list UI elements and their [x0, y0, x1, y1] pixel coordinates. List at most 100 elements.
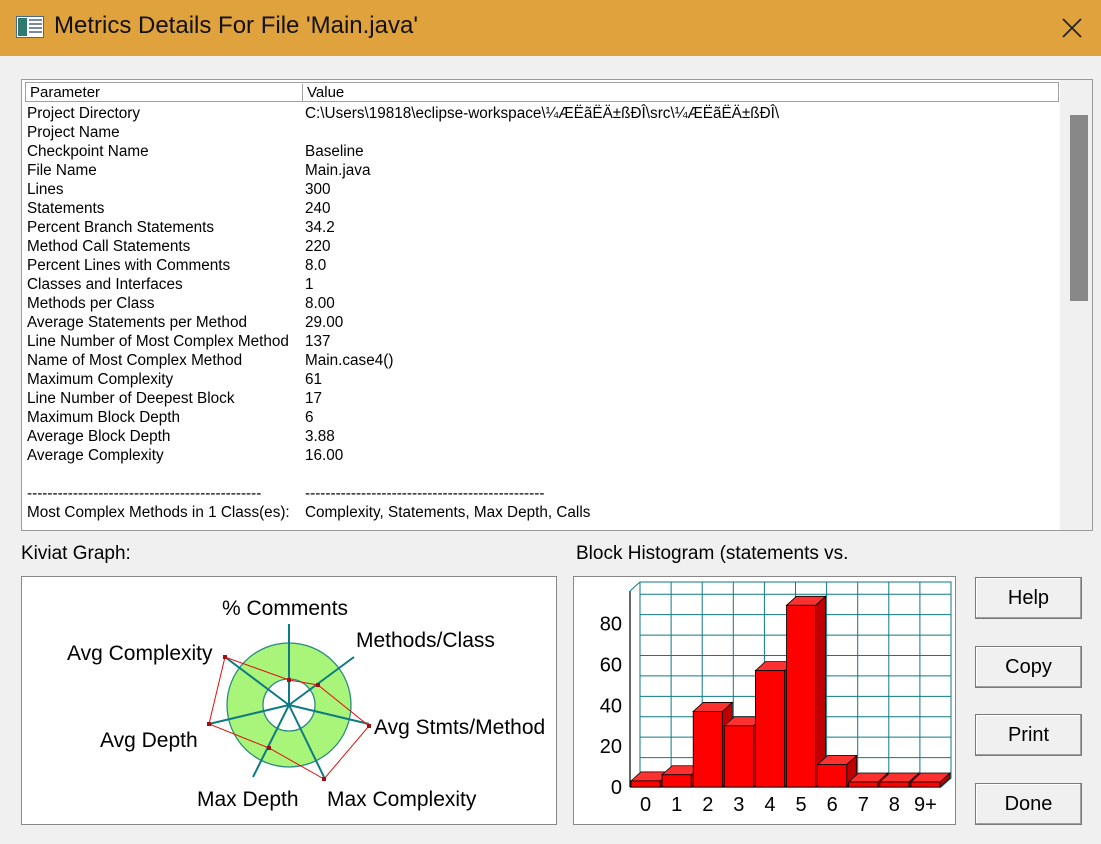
scrollbar-thumb[interactable] [1070, 115, 1088, 301]
value-cell: C:\Users\19818\eclipse-workspace\¼ÆËãËÄ±… [305, 105, 780, 122]
y-tick-label: 60 [600, 655, 622, 677]
parameter-cell: Classes and Interfaces [27, 276, 183, 293]
table-row[interactable] [27, 465, 1057, 484]
x-tick-label: 9+ [914, 794, 937, 816]
table-row[interactable]: Average Block Depth 3.88 [27, 427, 1057, 446]
value-cell: 240 [305, 200, 331, 217]
x-tick-label: 5 [795, 794, 806, 816]
x-tick-label: 2 [702, 794, 713, 816]
value-cell: 16.00 [305, 447, 344, 464]
table-row[interactable]: Project Directory C:\Users\19818\eclipse-… [27, 104, 1057, 123]
table-row[interactable]: Method Call Statements 220 [27, 237, 1057, 256]
x-tick-label: 4 [764, 794, 775, 816]
axis-edge [629, 581, 641, 592]
kiviat-axis-label: Avg Stmts/Method [374, 716, 545, 739]
parameter-cell: Checkpoint Name [27, 143, 149, 160]
table-row[interactable]: Maximum Complexity 61 [27, 370, 1057, 389]
parameter-cell: Statements [27, 200, 105, 217]
value-cell: Baseline [305, 143, 364, 160]
table-row[interactable]: Percent Lines with Comments 8.0 [27, 256, 1057, 275]
value-cell: 8.0 [305, 257, 327, 274]
close-icon[interactable] [1061, 17, 1083, 39]
parameter-cell: Project Name [27, 124, 120, 141]
block-histogram: 0204060800 1 2 3 4 5 6 7 8 9+ [600, 581, 952, 816]
x-tick-label: 6 [827, 794, 838, 816]
value-cell: Main.java [305, 162, 371, 179]
histogram-bar [785, 595, 827, 788]
kiviat-label: Kiviat Graph: [21, 543, 131, 564]
parameter-cell: Line Number of Deepest Block [27, 390, 235, 407]
histogram-panel: 0 20 40 60 80 0 1 2 3 4 5 6 7 8 9+ [573, 576, 956, 825]
table-row[interactable]: ----------------------------------------… [27, 484, 1057, 503]
parameter-cell: Project Directory [27, 105, 141, 122]
parameter-cell: Name of Most Complex Method [27, 352, 243, 369]
help-button[interactable]: Help [975, 577, 1082, 619]
parameter-cell: Percent Branch Statements [27, 219, 215, 236]
y-tick-label: 40 [600, 695, 622, 717]
table-row[interactable]: Methods per Class 8.00 [27, 294, 1057, 313]
print-button[interactable]: Print [975, 714, 1082, 756]
x-tick-label: 0 [640, 794, 651, 816]
kiviat-graph: % Comments Methods/Class Avg Stmts/Metho… [67, 597, 545, 811]
value-cell: 34.2 [305, 219, 335, 236]
kiviat-axis-label: % Comments [222, 597, 348, 620]
metrics-table[interactable]: Parameter Value Project Directory C:\User… [21, 79, 1093, 531]
table-row[interactable]: Line Number of Most Complex Method 137 [27, 332, 1057, 351]
copy-button[interactable]: Copy [975, 646, 1082, 688]
x-tick-label: 3 [733, 794, 744, 816]
parameter-cell: Methods per Class [27, 295, 155, 312]
y-tick-label: 0 [611, 777, 622, 799]
value-cell: 17 [305, 390, 323, 407]
kiviat-axis-label: Avg Depth [100, 729, 198, 752]
done-button[interactable]: Done [975, 783, 1082, 825]
x-tick-label: 7 [858, 794, 869, 816]
value-cell: 3.88 [305, 428, 335, 445]
value-cell: 29.00 [305, 314, 344, 331]
kiviat-axis-label: Avg Complexity [67, 642, 213, 665]
x-tick-label: 8 [889, 794, 900, 816]
value-cell: 300 [305, 181, 331, 198]
table-row[interactable]: Checkpoint Name Baseline [27, 142, 1057, 161]
value-cell: ----------------------------------------… [305, 485, 545, 502]
parameter-cell: Maximum Block Depth [27, 409, 181, 426]
parameter-cell: Average Block Depth [27, 428, 171, 445]
table-row[interactable]: Statements 240 [27, 199, 1057, 218]
value-cell: 6 [305, 409, 314, 426]
value-cell: Main.case4() [305, 352, 394, 369]
table-row[interactable]: Most Complex Methods in 1 Class(es): Comp… [27, 503, 1057, 522]
kiviat-panel: % Comments Methods/Class Avg Stmts/Metho… [21, 576, 557, 825]
y-tick-label: 20 [600, 736, 622, 758]
kiviat-axis-label: Max Complexity [327, 788, 477, 811]
parameter-cell: Method Call Statements [27, 238, 191, 255]
value-cell: 61 [305, 371, 323, 388]
table-header: Parameter Value [25, 82, 1059, 102]
table-rows: Project Directory C:\Users\19818\eclipse-… [27, 104, 1057, 522]
table-row[interactable]: Lines 300 [27, 180, 1057, 199]
kiviat-axis-label: Methods/Class [356, 629, 495, 652]
parameter-cell: ----------------------------------------… [27, 485, 262, 502]
parameter-cell: Most Complex Methods in 1 Class(es): [27, 504, 290, 521]
parameter-cell: Lines [27, 181, 64, 198]
histogram-label: Block Histogram (statements vs. [576, 543, 849, 564]
vertical-scrollbar[interactable] [1060, 80, 1092, 530]
parameter-cell: Maximum Complexity [27, 371, 174, 388]
column-header-value[interactable]: Value [303, 84, 1058, 102]
table-row[interactable]: Average Statements per Method 29.00 [27, 313, 1057, 332]
column-header-parameter[interactable]: Parameter [26, 84, 303, 102]
window-title: Metrics Details For File 'Main.java' [54, 12, 418, 39]
table-row[interactable]: Maximum Block Depth 6 [27, 408, 1057, 427]
table-row[interactable]: Classes and Interfaces 1 [27, 275, 1057, 294]
value-cell: 137 [305, 333, 331, 350]
table-row[interactable]: File Name Main.java [27, 161, 1057, 180]
table-row[interactable]: Percent Branch Statements 34.2 [27, 218, 1057, 237]
table-row[interactable]: Average Complexity 16.00 [27, 446, 1057, 465]
table-row[interactable]: Name of Most Complex Method Main.case4() [27, 351, 1057, 370]
close-button[interactable] [1043, 0, 1101, 56]
title-bar: Metrics Details For File 'Main.java' [0, 0, 1101, 56]
table-row[interactable]: Project Name [27, 123, 1057, 142]
parameter-cell: Average Complexity [27, 447, 164, 464]
parameter-cell: Average Statements per Method [27, 314, 247, 331]
table-row[interactable]: Line Number of Deepest Block 17 [27, 389, 1057, 408]
kiviat-axis-label: Max Depth [197, 788, 299, 811]
value-cell: 220 [305, 238, 331, 255]
